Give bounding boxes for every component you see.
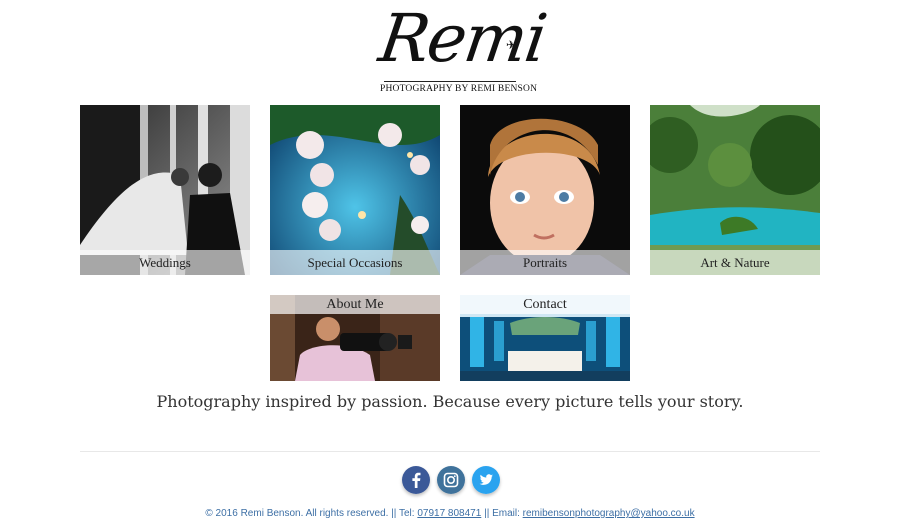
gallery-tile-art-nature[interactable]: Art & Nature	[650, 105, 820, 275]
tile-label: Weddings	[80, 250, 250, 275]
phone-link[interactable]: 07917 808471	[417, 508, 481, 519]
email-link[interactable]: remibensonphotography@yahoo.co.uk	[523, 508, 695, 519]
gallery-tile-weddings[interactable]: Weddings	[80, 105, 250, 275]
facebook-link[interactable]	[402, 466, 430, 494]
twitter-link[interactable]	[472, 466, 500, 494]
gallery-tile-portraits[interactable]: Portraits	[460, 105, 630, 275]
plane-icon: ✈	[506, 38, 517, 52]
twitter-icon	[472, 466, 500, 494]
footer-email-prefix: || Email:	[481, 508, 523, 519]
logo-subtitle: PHOTOGRAPHY BY REMI BENSON	[380, 84, 538, 94]
footer: © 2016 Remi Benson. All rights reserved.…	[0, 508, 900, 519]
logo-wordmark: Remi	[374, 0, 550, 77]
divider	[80, 451, 820, 452]
logo-rule	[384, 81, 516, 82]
gallery-tile-special-occasions[interactable]: Special Occasions	[270, 105, 440, 275]
footer-copyright: © 2016 Remi Benson. All rights reserved.…	[205, 508, 418, 519]
tile-label: Contact	[460, 295, 630, 314]
instagram-link[interactable]	[437, 466, 465, 494]
tile-label: About Me	[270, 295, 440, 314]
tagline: Photography inspired by passion. Because…	[156, 392, 744, 411]
page-tile-contact[interactable]: Contact	[460, 295, 630, 381]
tile-label: Portraits	[460, 250, 630, 275]
page-tile-about-me[interactable]: About Me	[270, 295, 440, 381]
tile-label: Special Occasions	[270, 250, 440, 275]
facebook-icon	[402, 466, 430, 494]
site-logo[interactable]: Remi ✈ PHOTOGRAPHY BY REMI BENSON	[375, 0, 550, 98]
instagram-icon	[437, 466, 465, 494]
tile-label: Art & Nature	[650, 250, 820, 275]
